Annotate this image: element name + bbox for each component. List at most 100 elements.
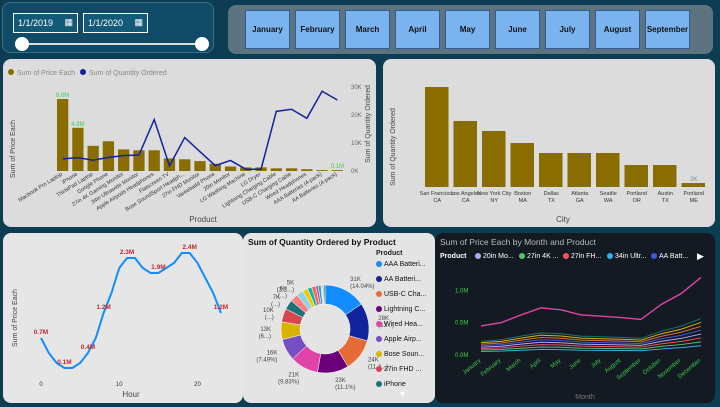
donut-legend-item[interactable]: Wired Hea... [376,321,423,328]
city-bar [596,153,620,187]
legend-marker [376,261,382,267]
city-bar [624,165,648,187]
product-tick-label: Macbook Pro Laptop [17,172,63,204]
donut-legend-item[interactable]: USB-C Cha... [376,291,426,298]
date-slider-start-handle[interactable] [15,37,29,51]
chevron-down-icon[interactable]: ▼ [398,389,407,399]
date-slider-end-handle[interactable] [195,37,209,51]
right-axis-tick: 10K [351,141,362,147]
month-button-july[interactable]: July [545,10,590,49]
price-bar-data-label: 8.0M [56,93,69,99]
quantity-line [62,90,338,170]
donut-legend-item[interactable]: AA Batteri... [376,276,421,283]
date-slider-track[interactable] [19,43,199,45]
month-y-tick: 0.5M [455,321,468,327]
price-bar-data-label: 0.1M [331,164,344,170]
hour-data-label: 0.4M [81,344,95,351]
legend-marker [376,276,382,282]
price-and-quantity-by-product-chart: Sum of Price Each Sum of Quantity Ordered… [3,59,376,227]
legend-label: Bose Soun... [384,351,425,358]
start-date-value: 1/1/2019 [18,18,54,28]
legend-marker [376,291,382,297]
legend-marker [376,381,382,387]
month-button-april[interactable]: April [395,10,440,49]
city-bar [510,143,534,187]
x-axis-title: Hour [122,390,140,399]
month-button-august[interactable]: August [595,10,640,49]
donut-slice-percent: (...) [271,302,280,308]
donut-slice-label: 31K [350,277,361,283]
end-date-input[interactable]: 1/1/2020 ▦ [83,13,148,33]
state-tick-label: ME [690,198,699,204]
city-tick-label: New York City [477,191,511,197]
city-tick-label: Seattle [600,191,617,197]
legend-marker [376,306,382,312]
legend-quantity-label: Sum of Quantity Ordered [89,70,167,77]
donut-slice-percent: (9.83%) [278,379,299,385]
hour-data-label: 1.9M [151,264,165,271]
x-axis-title: Product [189,215,217,224]
month-button-february[interactable]: February [295,10,340,49]
legend-marker [376,321,382,327]
state-tick-label: WA [604,198,613,204]
state-tick-label: OR [633,198,641,204]
price-bar-data-label: 4.8M [71,122,84,128]
state-tick-label: CA [433,198,441,204]
month-y-tick: 1.0M [455,288,468,294]
donut-slice-percent: (7.49%) [256,358,277,364]
donut-slice-label: 21K [288,372,299,378]
month-button-may[interactable]: May [445,10,490,49]
quantity-by-city-chart: San Francisco CA Los Angeles CA New York Cit… [383,59,715,227]
hour-tick-label: 20 [194,382,201,388]
donut-legend-item[interactable]: AAA Batteri... [376,261,426,268]
y-axis-title: Sum of Quantity Ordered [390,108,397,186]
calendar-icon[interactable]: ▦ [134,17,143,28]
right-axis-tick: 0K [351,169,358,175]
month-chart-svg: 1.0M0.5M0.0MJanuaryFebruary March April May… [455,276,702,401]
donut-slice-percent: (...) [278,294,287,300]
hour-line [40,252,222,369]
price-bar [179,159,191,171]
hour-chart-svg: 0.7M 0.1M 0.4M 1.2M 2.3M 1.9M 2.4M 1.2M 0 10 20 Hou… [12,244,228,399]
city-bar [653,165,677,187]
donut-legend-item[interactable]: 27in FHD ... [376,366,421,373]
price-bar [118,149,130,171]
city-tick-label: Atlanta [571,191,589,197]
donut-slice-label: 24K [368,358,379,364]
donut-legend-item[interactable]: iPhone [376,381,406,388]
month-x-tick: May [550,358,563,370]
donut-legend-item[interactable]: Apple Airp... [376,336,422,343]
right-axis-tick: 30K [351,85,362,91]
legend-label: Wired Hea... [384,321,423,328]
city-bar [482,131,506,187]
price-bar [102,141,115,171]
hour-tick-label: 0 [39,382,43,388]
start-date-input[interactable]: 1/1/2019 ▦ [13,13,78,33]
legend-quantity-marker [80,69,86,75]
state-tick-label: GA [576,198,584,204]
donut-slice-label: 10K [263,308,274,314]
city-tick-label: Dallas [544,191,560,197]
legend-label: Lightning C... [384,306,426,313]
y-axis-title: Sum of Price Each [12,289,19,347]
month-button-january[interactable]: January [245,10,290,49]
hour-data-label: 1.2M [96,304,110,311]
right-axis-tick: 20K [351,113,362,119]
month-button-march[interactable]: March [345,10,390,49]
calendar-icon[interactable]: ▦ [64,17,73,28]
donut-legend-item[interactable]: Bose Soun... [376,351,424,358]
quantity-by-product-donut: Sum of Quantity Ordered by Product 31K (1… [243,233,435,403]
donut-slice-percent: (6...) [259,334,271,340]
month-slicer: January February March April May June July Augu… [228,5,713,54]
city-tick-label: San Francisco [420,191,455,197]
price-by-hour-chart: 0.7M 0.1M 0.4M 1.2M 2.3M 1.9M 2.4M 1.2M 0 10 20 Hou… [3,233,243,403]
city-bar [567,153,591,187]
donut-legend-item[interactable]: Lightning C... [376,306,425,313]
hour-data-label: 2.3M [120,249,134,256]
price-bar [87,145,99,171]
donut-slice-label: 16K [267,351,278,357]
price-bar [194,161,206,171]
city-tick-label: Portland [684,191,705,197]
month-button-september[interactable]: September [645,10,690,49]
month-button-june[interactable]: June [495,10,540,49]
